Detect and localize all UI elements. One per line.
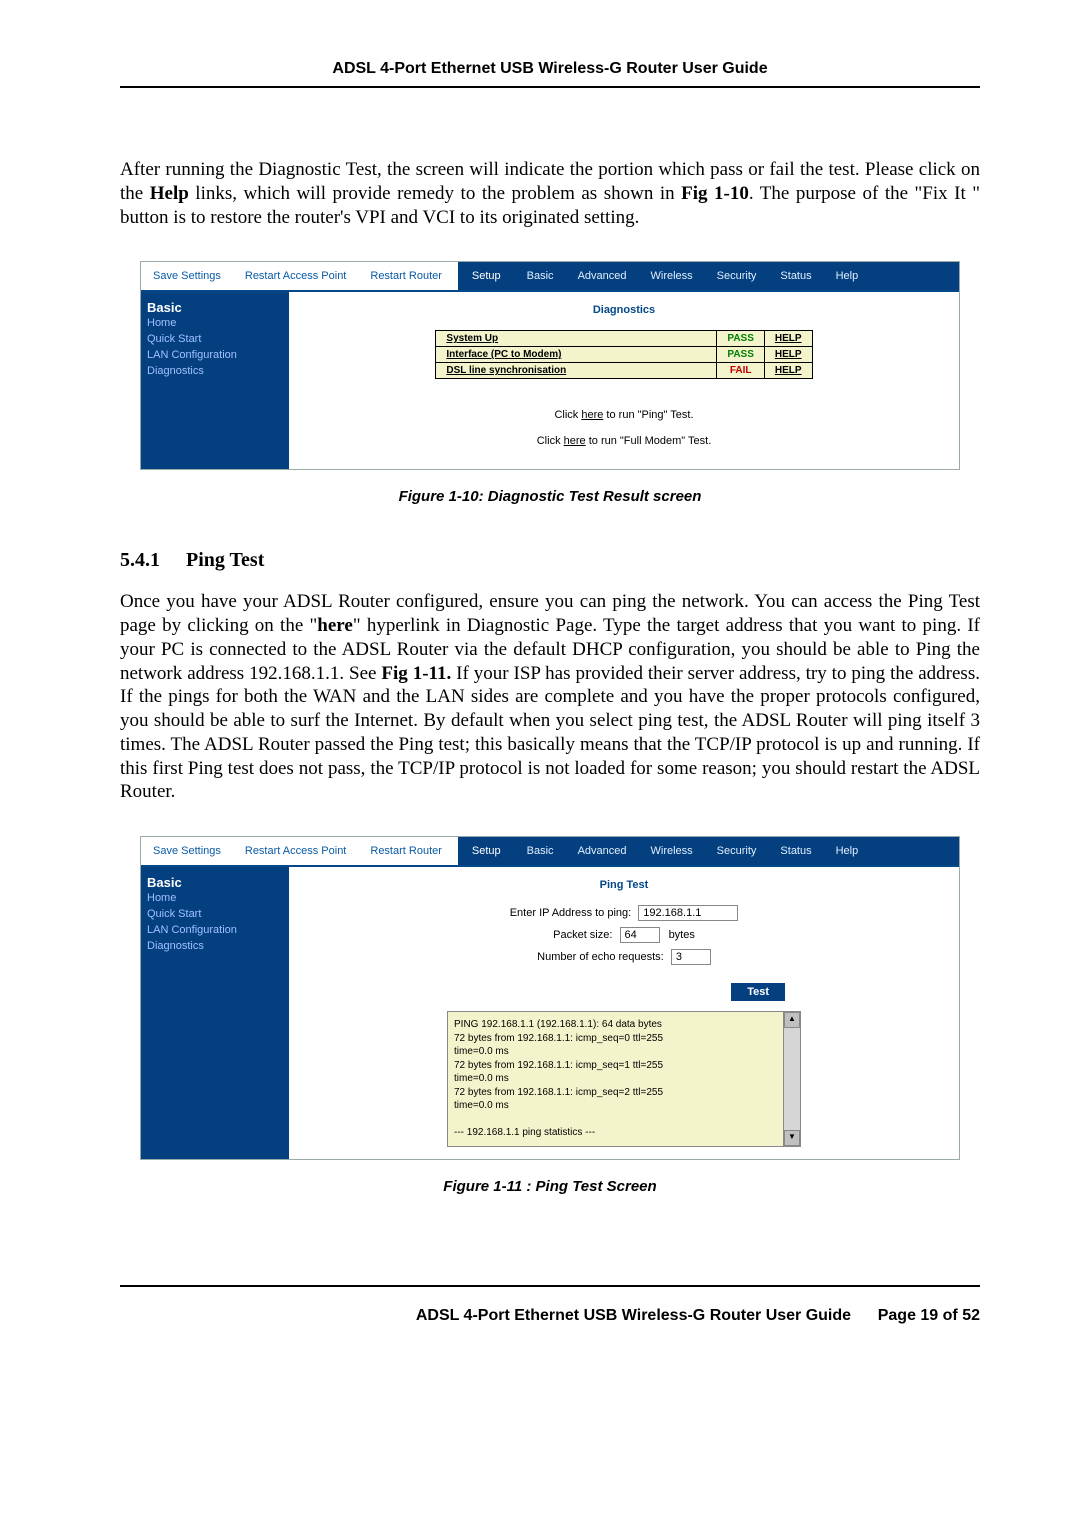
echo-input[interactable]: 3 bbox=[671, 949, 711, 965]
diagnostics-title: Diagnostics bbox=[313, 304, 935, 316]
packet-size-unit: bytes bbox=[669, 929, 695, 941]
figure-1-10-caption: Figure 1-10: Diagnostic Test Result scre… bbox=[140, 488, 960, 505]
nav-restart-router[interactable]: Restart Router bbox=[358, 845, 454, 857]
tab-wireless[interactable]: Wireless bbox=[639, 262, 705, 290]
diag-row-help-link[interactable]: HELP bbox=[764, 331, 812, 347]
ip-input[interactable]: 192.168.1.1 bbox=[638, 905, 738, 921]
doc-header: ADSL 4-Port Ethernet USB Wireless-G Rout… bbox=[120, 60, 980, 88]
figure-1-11-caption: Figure 1-11 : Ping Test Screen bbox=[140, 1178, 960, 1195]
ping-test-hint: Click here to run "Ping" Test. bbox=[313, 409, 935, 421]
sidebar-lanconfig[interactable]: LAN Configuration bbox=[147, 922, 283, 938]
diag-row-name: Interface (PC to Modem) bbox=[436, 347, 717, 363]
tab-advanced[interactable]: Advanced bbox=[566, 837, 639, 865]
diagnostics-screenshot: Save Settings Restart Access Point Resta… bbox=[140, 261, 960, 470]
nav-restart-ap[interactable]: Restart Access Point bbox=[233, 270, 359, 282]
diag-row-status: FAIL bbox=[717, 363, 765, 379]
intro-paragraph: After running the Diagnostic Test, the s… bbox=[120, 158, 980, 229]
sidebar-quickstart[interactable]: Quick Start bbox=[147, 331, 283, 347]
sidebar-quickstart[interactable]: Quick Start bbox=[147, 906, 283, 922]
tab-security[interactable]: Security bbox=[705, 262, 769, 290]
tab-basic[interactable]: Basic bbox=[515, 262, 566, 290]
scroll-down-icon[interactable]: ▼ bbox=[784, 1130, 800, 1146]
nav-save-settings[interactable]: Save Settings bbox=[141, 845, 233, 857]
sidebar: Basic Home Quick Start LAN Configuration… bbox=[141, 292, 289, 469]
ping-pre: Click bbox=[554, 409, 581, 421]
tab-security[interactable]: Security bbox=[705, 837, 769, 865]
intro-fig-bold: Fig 1-10 bbox=[681, 183, 749, 204]
nav-restart-ap[interactable]: Restart Access Point bbox=[233, 845, 359, 857]
tab-wireless[interactable]: Wireless bbox=[639, 837, 705, 865]
diag-row-name: System Up bbox=[436, 331, 717, 347]
navbar: Save Settings Restart Access Point Resta… bbox=[141, 837, 959, 867]
diag-row-help-link[interactable]: HELP bbox=[764, 363, 812, 379]
ping-test-title: Ping Test bbox=[313, 879, 935, 891]
sidebar-home[interactable]: Home bbox=[147, 890, 283, 906]
doc-footer: ADSL 4-Port Ethernet USB Wireless-G Rout… bbox=[120, 1285, 980, 1325]
table-row: DSL line synchronisation FAIL HELP bbox=[436, 363, 812, 379]
diag-row-status: PASS bbox=[717, 347, 765, 363]
footer-title: ADSL 4-Port Ethernet USB Wireless-G Rout… bbox=[416, 1307, 851, 1324]
section-title: Ping Test bbox=[186, 549, 264, 571]
tab-help[interactable]: Help bbox=[824, 837, 871, 865]
sidebar-home[interactable]: Home bbox=[147, 315, 283, 331]
sidebar-diagnostics[interactable]: Diagnostics bbox=[147, 363, 283, 379]
table-row: Interface (PC to Modem) PASS HELP bbox=[436, 347, 812, 363]
test-button[interactable]: Test bbox=[731, 983, 785, 1001]
full-pre: Click bbox=[537, 435, 564, 447]
ping-test-screenshot: Save Settings Restart Access Point Resta… bbox=[140, 836, 960, 1160]
scrollbar[interactable]: ▲▼ bbox=[783, 1012, 800, 1146]
nav-save-settings[interactable]: Save Settings bbox=[141, 270, 233, 282]
scroll-up-icon[interactable]: ▲ bbox=[784, 1012, 800, 1028]
tab-basic[interactable]: Basic bbox=[515, 837, 566, 865]
tab-setup[interactable]: Setup bbox=[458, 262, 515, 290]
ping-test-paragraph: Once you have your ADSL Router configure… bbox=[120, 590, 980, 804]
tab-advanced[interactable]: Advanced bbox=[566, 262, 639, 290]
table-row: System Up PASS HELP bbox=[436, 331, 812, 347]
intro-text-2: links, which will provide remedy to the … bbox=[189, 183, 681, 204]
packet-size-input[interactable]: 64 bbox=[620, 927, 660, 943]
packet-size-label: Packet size: bbox=[553, 929, 612, 941]
section-number: 5.4.1 bbox=[120, 549, 160, 571]
para2-fig-bold: Fig 1-11. bbox=[381, 663, 451, 684]
diag-row-status: PASS bbox=[717, 331, 765, 347]
sidebar-basic[interactable]: Basic bbox=[147, 875, 283, 890]
tab-setup[interactable]: Setup bbox=[458, 837, 515, 865]
sidebar-basic[interactable]: Basic bbox=[147, 300, 283, 315]
full-here-link[interactable]: here bbox=[564, 435, 586, 447]
para2-here-bold: here bbox=[317, 615, 353, 636]
section-heading: 5.4.1 Ping Test bbox=[120, 549, 980, 572]
ip-label: Enter IP Address to ping: bbox=[510, 907, 631, 919]
ping-here-link[interactable]: here bbox=[581, 409, 603, 421]
diag-row-name: DSL line synchronisation bbox=[436, 363, 717, 379]
full-post: to run "Full Modem" Test. bbox=[586, 435, 712, 447]
ping-output-box: PING 192.168.1.1 (192.168.1.1): 64 data … bbox=[447, 1011, 801, 1147]
intro-help-bold: Help bbox=[150, 183, 189, 204]
sidebar-diagnostics[interactable]: Diagnostics bbox=[147, 938, 283, 954]
ping-output-text: PING 192.168.1.1 (192.168.1.1): 64 data … bbox=[454, 1019, 663, 1138]
footer-page: Page 19 of 52 bbox=[878, 1307, 980, 1324]
sidebar-lanconfig[interactable]: LAN Configuration bbox=[147, 347, 283, 363]
fullmodem-test-hint: Click here to run "Full Modem" Test. bbox=[313, 435, 935, 447]
ping-post: to run "Ping" Test. bbox=[603, 409, 693, 421]
diag-row-help-link[interactable]: HELP bbox=[764, 347, 812, 363]
tab-help[interactable]: Help bbox=[824, 262, 871, 290]
nav-restart-router[interactable]: Restart Router bbox=[358, 270, 454, 282]
sidebar: Basic Home Quick Start LAN Configuration… bbox=[141, 867, 289, 1159]
diagnostics-table: System Up PASS HELP Interface (PC to Mod… bbox=[435, 330, 812, 379]
tab-status[interactable]: Status bbox=[768, 262, 823, 290]
echo-label: Number of echo requests: bbox=[537, 951, 664, 963]
tab-status[interactable]: Status bbox=[768, 837, 823, 865]
navbar: Save Settings Restart Access Point Resta… bbox=[141, 262, 959, 292]
